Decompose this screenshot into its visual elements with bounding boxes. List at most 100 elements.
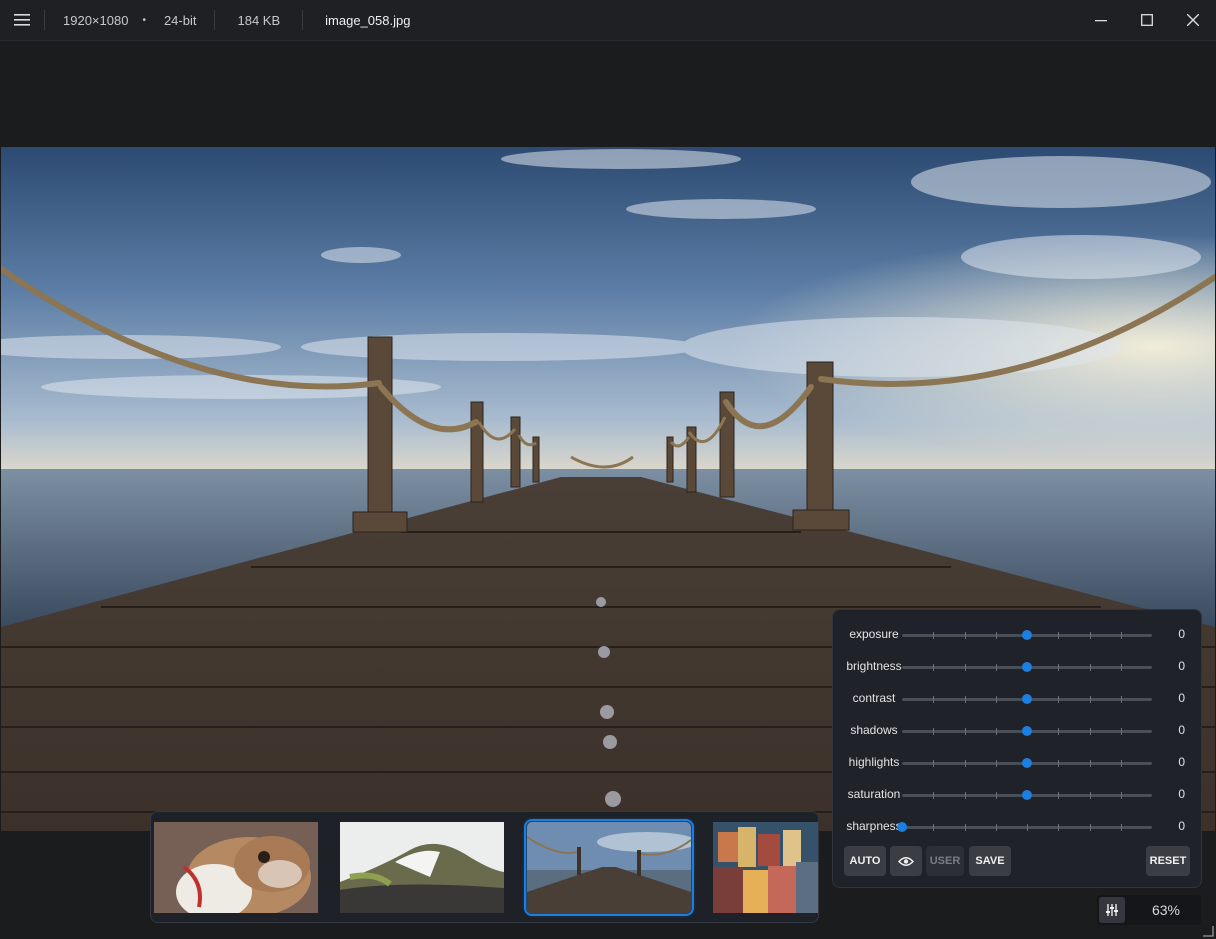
resize-grip-icon[interactable]: [1202, 925, 1214, 937]
adjustments-panel: exposure 0 brightness 0 contrast 0 shado…: [832, 609, 1202, 888]
slider-knob[interactable]: [1022, 662, 1032, 672]
slider-knob[interactable]: [1022, 758, 1032, 768]
exposure-label: exposure: [849, 627, 899, 641]
menu-button[interactable]: [0, 0, 44, 40]
brightness-label: brightness: [846, 659, 902, 673]
brightness-row: brightness 0: [833, 657, 1201, 677]
contrast-row: contrast 0: [833, 689, 1201, 709]
slider-knob[interactable]: [1022, 694, 1032, 704]
bit-depth: 24-bit: [163, 12, 197, 28]
minimize-icon: [1095, 20, 1107, 22]
slider-tick: [965, 632, 966, 639]
slider-tick: [1121, 824, 1122, 831]
slider-tick: [1058, 632, 1059, 639]
hamburger-menu-icon: [14, 14, 30, 26]
thumbnail-pier-selected[interactable]: [524, 819, 694, 916]
contrast-label: contrast: [852, 691, 896, 705]
slider-tick: [1090, 664, 1091, 671]
slider-tick: [965, 824, 966, 831]
save-button[interactable]: SAVE: [969, 846, 1011, 876]
close-button[interactable]: [1170, 0, 1216, 40]
slider-tick: [996, 632, 997, 639]
exposure-value: 0: [1178, 627, 1185, 641]
thumbnail-city[interactable]: [713, 822, 818, 913]
user-preset-button[interactable]: USER: [926, 846, 964, 876]
maximize-button[interactable]: [1124, 0, 1170, 40]
slider-tick: [1090, 696, 1091, 703]
file-name: image_058.jpg: [325, 12, 411, 28]
slider-tick: [1090, 792, 1091, 799]
slider-tick: [1058, 760, 1059, 767]
sliders-icon: [1106, 904, 1118, 916]
close-icon: [1187, 14, 1199, 26]
saturation-slider[interactable]: [902, 790, 1152, 800]
slider-tick: [1121, 664, 1122, 671]
highlights-row: highlights 0: [833, 753, 1201, 773]
slider-tick: [1121, 696, 1122, 703]
slider-tick: [1090, 824, 1091, 831]
thumbnail-mountain[interactable]: [340, 822, 504, 913]
saturation-value: 0: [1178, 787, 1185, 801]
slider-tick: [1121, 760, 1122, 767]
slider-tick: [996, 824, 997, 831]
sharpness-slider[interactable]: [897, 822, 1152, 832]
slider-tick: [965, 728, 966, 735]
slider-tick: [1121, 728, 1122, 735]
slider-tick: [965, 760, 966, 767]
exposure-row: exposure 0: [833, 625, 1201, 645]
mountain-thumbnail-image: [340, 822, 504, 913]
shadows-value: 0: [1178, 723, 1185, 737]
title-bar: 1920×1080 • 24-bit 184 KB image_058.jpg: [0, 0, 1216, 41]
slider-knob[interactable]: [1022, 790, 1032, 800]
sharpness-row: sharpness 0: [833, 817, 1201, 837]
sharpness-value: 0: [1178, 819, 1185, 833]
exposure-slider[interactable]: [902, 630, 1152, 640]
slider-knob[interactable]: [897, 822, 907, 832]
saturation-label: saturation: [847, 787, 901, 801]
slider-tick: [1027, 824, 1028, 831]
contrast-value: 0: [1178, 691, 1185, 705]
reset-button[interactable]: RESET: [1146, 846, 1190, 876]
saturation-row: saturation 0: [833, 785, 1201, 805]
thumbnail-bulldog[interactable]: [154, 822, 318, 913]
window-controls: [1078, 0, 1216, 40]
slider-knob[interactable]: [1022, 726, 1032, 736]
slider-tick: [996, 696, 997, 703]
slider-tick: [1121, 792, 1122, 799]
slider-tick: [965, 664, 966, 671]
slider-tick: [1058, 792, 1059, 799]
preview-toggle-button[interactable]: [890, 846, 922, 876]
slider-tick: [933, 728, 934, 735]
adjustments-toggle-button[interactable]: [1099, 897, 1125, 923]
slider-tick: [1090, 728, 1091, 735]
slider-tick: [933, 696, 934, 703]
minimize-button[interactable]: [1078, 0, 1124, 40]
image-dimensions: 1920×1080: [63, 12, 129, 28]
slider-tick: [996, 760, 997, 767]
slider-tick: [933, 792, 934, 799]
slider-knob[interactable]: [1022, 630, 1032, 640]
slider-tick: [1058, 824, 1059, 831]
eye-icon: [898, 856, 914, 866]
highlights-value: 0: [1178, 755, 1185, 769]
slider-tick: [996, 792, 997, 799]
shadows-slider[interactable]: [902, 726, 1152, 736]
shadows-label: shadows: [850, 723, 898, 737]
slider-tick: [965, 792, 966, 799]
maximize-icon: [1141, 14, 1153, 26]
slider-tick: [1058, 664, 1059, 671]
slider-tick: [1090, 632, 1091, 639]
contrast-slider[interactable]: [902, 694, 1152, 704]
brightness-slider[interactable]: [902, 662, 1152, 672]
brightness-value: 0: [1178, 659, 1185, 673]
highlights-slider[interactable]: [902, 758, 1152, 768]
slider-tick: [1090, 760, 1091, 767]
slider-tick: [933, 824, 934, 831]
auto-button[interactable]: AUTO: [844, 846, 886, 876]
shadows-row: shadows 0: [833, 721, 1201, 741]
thumbnail-filmstrip: [150, 811, 819, 923]
slider-tick: [933, 760, 934, 767]
zoom-level: 63%: [1151, 902, 1181, 918]
slider-tick: [996, 664, 997, 671]
slider-tick: [1058, 728, 1059, 735]
